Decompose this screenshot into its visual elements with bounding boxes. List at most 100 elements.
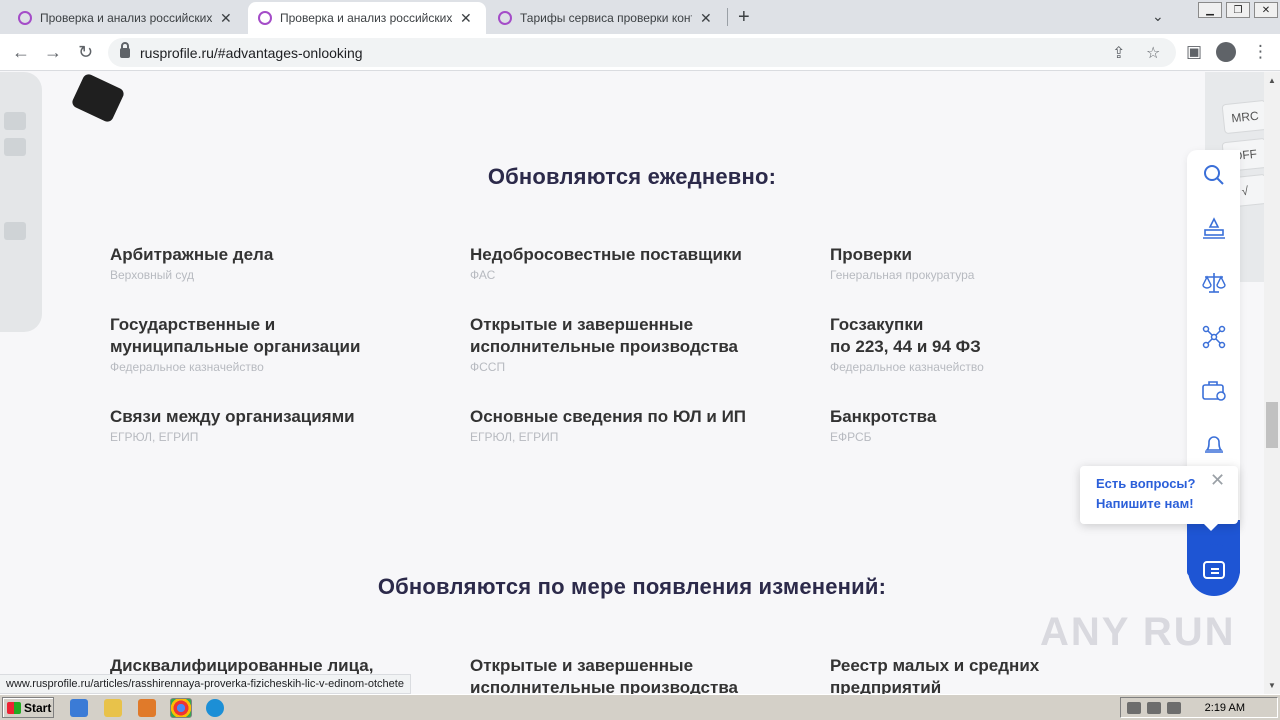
bell-icon[interactable] <box>1201 432 1227 458</box>
update-item: Банкротства ЕФРСБ <box>830 406 1160 444</box>
item-source: ЕФРСБ <box>830 430 872 444</box>
url-text: rusprofile.ru/#advantages-onlooking <box>140 44 363 61</box>
start-button[interactable]: Start <box>2 697 54 718</box>
start-label: Start <box>24 700 52 715</box>
item-title: по 223, 44 и 94 ФЗ <box>830 337 981 356</box>
item-source: Верховный суд <box>110 268 195 282</box>
edge-icon[interactable] <box>206 699 224 717</box>
reload-icon[interactable]: ↻ <box>78 42 93 63</box>
item-title: Открытые и завершенные <box>470 656 694 675</box>
network-icon[interactable] <box>1147 701 1161 714</box>
item-source: Федеральное казначейство <box>830 360 984 374</box>
item-title: Недобросовестные поставщики <box>470 245 742 264</box>
page-content: MRC OFF √ Обновляются ежедневно: Арбитра… <box>0 72 1264 694</box>
scales-icon[interactable] <box>1201 270 1227 296</box>
tab-strip: Проверка и анализ российских юр ✕ Провер… <box>0 0 1280 34</box>
item-source: Генеральная прокуратура <box>830 268 975 282</box>
scroll-up-arrow-icon[interactable]: ▲ <box>1268 76 1276 85</box>
item-source: ЕГРЮЛ, ЕГРИП <box>470 430 559 444</box>
clock: 2:19 AM <box>1204 701 1245 714</box>
update-item: Государственные и муниципальные организа… <box>110 314 440 374</box>
browser-tab-1[interactable]: Проверка и анализ российских юр ✕ <box>8 2 246 34</box>
windows-taskbar: Start 2:19 AM <box>0 694 1280 720</box>
section-heading-daily: Обновляются ежедневно: <box>487 164 777 189</box>
window-controls: ▁ ❐ ✕ <box>1196 0 1280 20</box>
volume-icon[interactable] <box>1127 701 1141 714</box>
connections-icon[interactable] <box>1201 324 1227 350</box>
scroll-down-arrow-icon[interactable]: ▼ <box>1268 681 1276 690</box>
chat-invite-popup[interactable]: Есть вопросы? Напишите нам! ✕ <box>1080 466 1238 531</box>
item-title: исполнительные производства <box>470 678 738 694</box>
profile-avatar-icon[interactable] <box>1216 42 1236 62</box>
item-title: Арбитражные дела <box>110 245 274 264</box>
lock-icon[interactable] <box>120 41 130 58</box>
update-item: Связи между организациями ЕГРЮЛ, ЕГРИП <box>110 406 440 444</box>
calc-key <box>4 138 26 156</box>
update-item: Проверки Генеральная прокуратура <box>830 244 1160 282</box>
browser-tab-3[interactable]: Тарифы сервиса проверки контра ✕ <box>488 2 726 34</box>
media-player-icon[interactable] <box>138 699 156 717</box>
binder-clip-decoration <box>70 72 126 124</box>
ie-icon[interactable] <box>70 699 88 717</box>
item-title: Связи между организациями <box>110 407 355 426</box>
update-item: Недобросовестные поставщики ФАС <box>470 244 800 282</box>
tab-close-icon[interactable]: ✕ <box>220 10 232 27</box>
update-item: Открытые и завершенные исполнительные пр… <box>470 314 800 374</box>
scrollbar-thumb[interactable] <box>1266 402 1278 448</box>
item-title: Государственные и <box>110 315 276 334</box>
tab-close-icon[interactable]: ✕ <box>460 10 472 27</box>
anyrun-watermark: ANY RUN <box>1040 610 1236 654</box>
item-title: Банкротства <box>830 407 937 426</box>
search-icon[interactable] <box>1201 162 1227 188</box>
bookmark-star-icon[interactable]: ☆ <box>1146 43 1160 63</box>
tab-title: Проверка и анализ российских юр <box>40 11 212 25</box>
share-icon[interactable]: ⇪ <box>1112 43 1125 63</box>
update-item: Основные сведения по ЮЛ и ИП ЕГРЮЛ, ЕГРИ… <box>470 406 800 444</box>
item-title: Открытые и завершенные <box>470 315 694 334</box>
briefcase-icon[interactable] <box>1201 378 1227 404</box>
update-item: Открытые и завершенные исполнительные пр… <box>470 655 800 694</box>
page-scrollbar[interactable]: ▲ ▼ <box>1264 72 1280 694</box>
calc-key <box>4 222 26 240</box>
flag-icon[interactable] <box>1167 701 1181 714</box>
chat-bubble-icon <box>1203 561 1225 579</box>
folder-icon[interactable] <box>104 699 122 717</box>
calc-key <box>4 112 26 130</box>
chrome-icon[interactable] <box>170 698 192 718</box>
maximize-button[interactable]: ❐ <box>1226 2 1250 18</box>
chat-button[interactable] <box>1188 544 1240 596</box>
item-title: Проверки <box>830 245 913 264</box>
browser-tab-2[interactable]: Проверка и анализ российских юр ✕ <box>248 2 486 34</box>
close-popup-icon[interactable]: ✕ <box>1210 470 1225 491</box>
item-title: Основные сведения по ЮЛ и ИП <box>470 407 747 426</box>
item-title: Реестр малых и средних <box>830 656 1040 675</box>
tab-search-chevron-icon[interactable]: ⌄ <box>1152 8 1164 25</box>
calculator-decoration <box>0 72 42 332</box>
section-heading-on-change: Обновляются по мере появления изменений: <box>377 574 887 599</box>
rusprofile-favicon-icon <box>18 11 32 25</box>
update-item: Арбитражные дела Верховный суд <box>110 244 440 282</box>
rusprofile-favicon-icon <box>258 11 272 25</box>
chat-invite-line1: Есть вопросы? <box>1096 476 1196 491</box>
close-window-button[interactable]: ✕ <box>1254 2 1278 18</box>
address-bar[interactable]: rusprofile.ru/#advantages-onlooking ⇪ ☆ <box>108 38 1176 67</box>
stamp-icon[interactable] <box>1201 216 1227 242</box>
item-title: исполнительные производства <box>470 337 738 356</box>
item-source: ЕГРЮЛ, ЕГРИП <box>110 430 199 444</box>
tab-close-icon[interactable]: ✕ <box>700 10 712 27</box>
browser-toolbar: ← → ↻ rusprofile.ru/#advantages-onlookin… <box>0 34 1280 71</box>
side-panel-icon[interactable]: ▣ <box>1186 42 1202 62</box>
item-title: муниципальные организации <box>110 337 361 356</box>
forward-arrow-icon[interactable]: → <box>44 42 62 63</box>
chat-invite-line2: Напишите нам! <box>1096 496 1194 511</box>
item-source: Федеральное казначейство <box>110 360 264 374</box>
minimize-button[interactable]: ▁ <box>1198 2 1222 18</box>
back-arrow-icon[interactable]: ← <box>12 42 30 63</box>
menu-kebab-icon[interactable]: ⋮ <box>1252 42 1269 62</box>
new-tab-button[interactable]: + <box>738 6 750 29</box>
tab-title: Тарифы сервиса проверки контра <box>520 11 692 25</box>
status-link-preview: www.rusprofile.ru/articles/rasshirennaya… <box>0 674 411 694</box>
item-source: ФАС <box>470 268 496 282</box>
tab-separator <box>727 8 728 26</box>
update-item: Госзакупки по 223, 44 и 94 ФЗ Федерально… <box>830 314 1160 374</box>
